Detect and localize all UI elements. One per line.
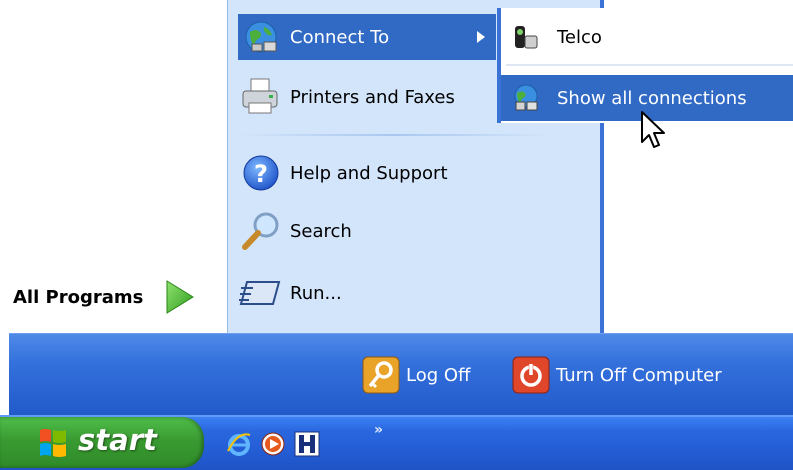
search-icon — [238, 209, 284, 253]
internet-explorer-icon[interactable] — [226, 431, 252, 457]
all-programs-label: All Programs — [13, 286, 144, 308]
help-support-item[interactable]: ? Help and Support — [238, 150, 538, 196]
submenu-item-telco[interactable]: Telco — [501, 14, 793, 60]
media-player-icon[interactable] — [260, 431, 286, 457]
quick-launch-overflow-button[interactable]: » — [374, 422, 383, 438]
app-h-icon[interactable] — [294, 431, 320, 457]
printer-icon — [238, 75, 284, 119]
dialup-connection-icon — [501, 15, 551, 59]
log-off-button[interactable]: Log Off — [362, 352, 470, 398]
all-programs-item[interactable]: All Programs — [9, 274, 227, 320]
help-support-label: Help and Support — [290, 162, 448, 184]
menu-separator — [236, 134, 552, 136]
show-all-connections-label: Show all connections — [557, 87, 747, 109]
run-label: Run... — [290, 282, 342, 304]
windows-logo-icon — [40, 429, 66, 457]
submenu-separator — [506, 64, 793, 66]
printers-faxes-item[interactable]: Printers and Faxes — [238, 74, 496, 120]
network-globe-icon — [238, 15, 284, 59]
run-icon — [238, 271, 284, 315]
connect-to-label: Connect To — [290, 26, 390, 48]
turn-off-button[interactable]: Turn Off Computer — [512, 352, 722, 398]
printers-faxes-label: Printers and Faxes — [290, 86, 455, 108]
run-item[interactable]: Run... — [238, 270, 538, 316]
start-label: start — [78, 423, 157, 457]
turn-off-label: Turn Off Computer — [556, 364, 722, 386]
network-connections-icon — [501, 76, 551, 120]
connect-to-item[interactable]: Connect To — [238, 14, 496, 60]
help-icon: ? — [238, 151, 284, 195]
green-arrow-icon — [166, 280, 195, 314]
log-off-label: Log Off — [406, 364, 471, 386]
power-icon — [512, 356, 550, 394]
quick-launch-bar — [226, 426, 320, 462]
mouse-cursor-icon — [641, 111, 665, 148]
key-icon — [362, 356, 400, 394]
submenu-arrow-icon — [477, 31, 485, 43]
telco-label: Telco — [557, 26, 602, 48]
search-item[interactable]: Search — [238, 208, 538, 254]
svg-text:?: ? — [254, 160, 268, 188]
search-label: Search — [290, 220, 352, 242]
